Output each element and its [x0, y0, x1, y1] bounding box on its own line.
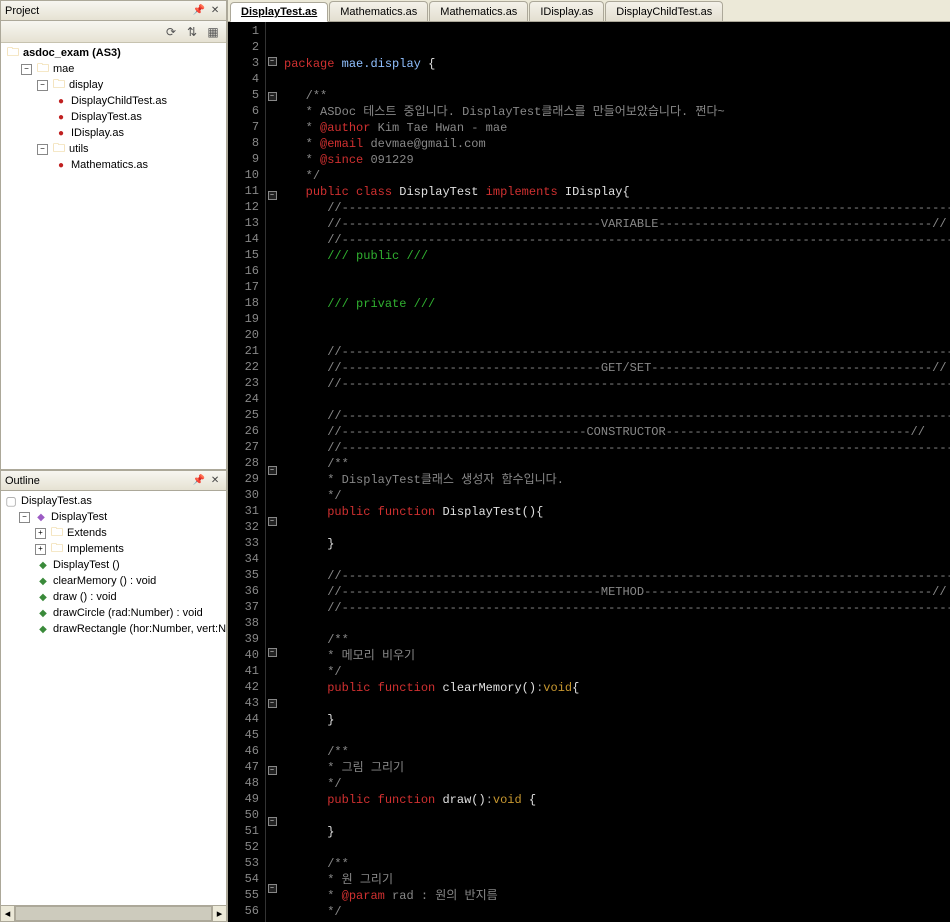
outline-panel-header[interactable]: Outline 📌 ✕ — [1, 471, 226, 491]
tree-item[interactable]: −🗀display — [1, 77, 226, 93]
folder-icon: 🗀 — [51, 77, 67, 93]
as-file-icon — [53, 157, 69, 173]
refresh-icon[interactable]: ⟳ — [162, 23, 180, 41]
collapse-icon[interactable]: − — [21, 64, 32, 75]
tree-item[interactable]: Mathematics.as — [1, 157, 226, 173]
folder-icon: 🗀 — [35, 61, 51, 77]
outline-item[interactable]: +🗀Implements — [1, 541, 226, 557]
sync-icon[interactable]: ⇅ — [183, 23, 201, 41]
outline-item[interactable]: drawRectangle (hor:Number, vert:N — [1, 621, 226, 637]
method-icon — [35, 573, 51, 589]
tree-item[interactable]: DisplayTest.as — [1, 109, 226, 125]
expand-icon[interactable]: + — [35, 544, 46, 555]
outline-item[interactable]: draw () : void — [1, 589, 226, 605]
method-icon — [35, 557, 51, 573]
close-icon[interactable]: ✕ — [208, 4, 222, 18]
folder-icon: 🗀 — [49, 541, 65, 557]
editor-tabs: DisplayTest.asMathematics.asMathematics.… — [228, 0, 950, 22]
as-file-icon — [53, 109, 69, 125]
editor-tab[interactable]: IDisplay.as — [529, 1, 604, 21]
editor-tab[interactable]: DisplayChildTest.as — [605, 1, 723, 21]
tree-item[interactable]: −🗀utils — [1, 141, 226, 157]
collapse-icon[interactable]: − — [19, 512, 30, 523]
outline-tree: ▢ DisplayTest.as − DisplayTest +🗀Extends… — [1, 491, 226, 639]
outline-item[interactable]: clearMemory () : void — [1, 573, 226, 589]
method-icon — [35, 621, 51, 637]
as-file-icon — [53, 93, 69, 109]
collapse-icon[interactable]: − — [37, 144, 48, 155]
editor-tab[interactable]: Mathematics.as — [329, 1, 428, 21]
fold-icon[interactable]: − — [268, 884, 277, 893]
fold-icon[interactable]: − — [268, 466, 277, 475]
editor-area: DisplayTest.asMathematics.asMathematics.… — [228, 0, 950, 922]
outline-panel-title: Outline — [5, 475, 190, 487]
pin-icon[interactable]: 📌 — [192, 4, 206, 18]
project-tree: 🗀 asdoc_exam (AS3) −🗀mae−🗀displayDisplay… — [1, 43, 226, 175]
project-tree-body[interactable]: 🗀 asdoc_exam (AS3) −🗀mae−🗀displayDisplay… — [1, 43, 226, 469]
code-editor[interactable]: 1234567891011121314151617181920212223242… — [228, 22, 950, 922]
editor-tab[interactable]: DisplayTest.as — [230, 2, 328, 22]
code-content[interactable]: package mae.display { /** * ASDoc 테스트 중입… — [278, 22, 950, 922]
class-icon — [33, 509, 49, 525]
left-sidebar: Project 📌 ✕ ⟳ ⇅ ▦ 🗀 asdoc_exam (AS3) −🗀m… — [0, 0, 228, 922]
fold-icon[interactable]: − — [268, 57, 277, 66]
project-panel-header[interactable]: Project 📌 ✕ — [1, 1, 226, 21]
project-panel-title: Project — [5, 5, 190, 17]
close-icon[interactable]: ✕ — [208, 474, 222, 488]
project-root[interactable]: 🗀 asdoc_exam (AS3) — [1, 45, 226, 61]
method-icon — [35, 605, 51, 621]
fold-icon[interactable]: − — [268, 699, 277, 708]
line-number-gutter: 1234567891011121314151617181920212223242… — [228, 22, 266, 922]
project-panel: Project 📌 ✕ ⟳ ⇅ ▦ 🗀 asdoc_exam (AS3) −🗀m… — [0, 0, 227, 470]
editor-tab[interactable]: Mathematics.as — [429, 1, 528, 21]
fold-icon[interactable]: − — [268, 517, 277, 526]
outline-file[interactable]: ▢ DisplayTest.as — [1, 493, 226, 509]
horizontal-scrollbar[interactable]: ◂ ▸ — [1, 905, 226, 921]
outline-class[interactable]: − DisplayTest — [1, 509, 226, 525]
project-toolbar: ⟳ ⇅ ▦ — [1, 21, 226, 43]
outline-item[interactable]: drawCircle (rad:Number) : void — [1, 605, 226, 621]
fold-icon[interactable]: − — [268, 766, 277, 775]
view-icon[interactable]: ▦ — [204, 23, 222, 41]
collapse-icon[interactable]: − — [37, 80, 48, 91]
outline-panel: Outline 📌 ✕ ▢ DisplayTest.as − DisplayTe… — [0, 470, 227, 922]
file-icon: ▢ — [3, 493, 19, 509]
pin-icon[interactable]: 📌 — [192, 474, 206, 488]
method-icon — [35, 589, 51, 605]
outline-item[interactable]: +🗀Extends — [1, 525, 226, 541]
project-icon: 🗀 — [5, 45, 21, 61]
expand-icon[interactable]: + — [35, 528, 46, 539]
fold-icon[interactable]: − — [268, 817, 277, 826]
fold-icon[interactable]: − — [268, 191, 277, 200]
outline-tree-body[interactable]: ▢ DisplayTest.as − DisplayTest +🗀Extends… — [1, 491, 226, 905]
fold-icon[interactable]: − — [268, 648, 277, 657]
outline-item[interactable]: DisplayTest () — [1, 557, 226, 573]
fold-column[interactable]: − − − − − − − − − − — [266, 22, 278, 922]
tree-item[interactable]: DisplayChildTest.as — [1, 93, 226, 109]
tree-item[interactable]: IDisplay.as — [1, 125, 226, 141]
fold-icon[interactable]: − — [268, 92, 277, 101]
tree-item[interactable]: −🗀mae — [1, 61, 226, 77]
folder-icon: 🗀 — [51, 141, 67, 157]
